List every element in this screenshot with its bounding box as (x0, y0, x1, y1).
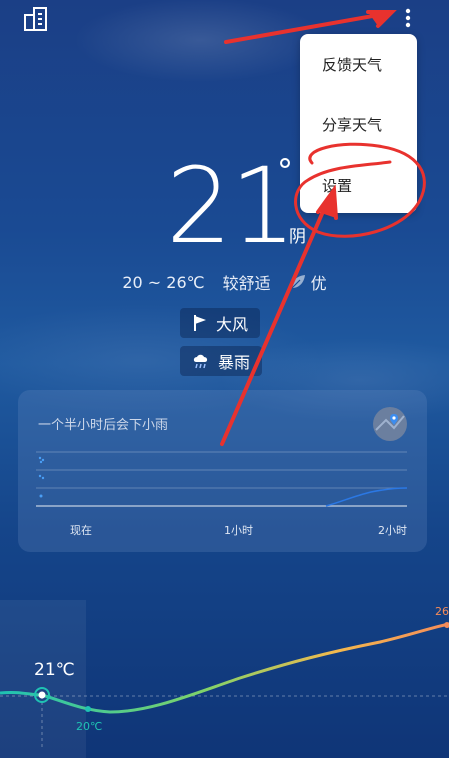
rain-tick-2h: 2小时 (378, 524, 407, 537)
degree-symbol: ° (277, 152, 293, 190)
rain-tick-1h: 1小时 (224, 524, 253, 537)
alert-rain-label: 暴雨 (218, 353, 251, 372)
menu-item-feedback[interactable]: 反馈天气 (322, 54, 382, 75)
rain-curve (325, 487, 408, 507)
rain-tick-now: 现在 (70, 524, 92, 537)
rain-intensity-chart (36, 451, 408, 507)
current-temperature: 21 (166, 145, 296, 267)
air-quality[interactable]: 优 (289, 270, 327, 294)
hourly-high-temp: 26 (435, 605, 449, 618)
more-vertical-icon[interactable] (398, 6, 418, 32)
hourly-low-temp: 20℃ (76, 720, 103, 733)
flag-icon (194, 315, 206, 331)
hourly-current-temp: 21℃ (34, 660, 75, 680)
alert-wind-chip[interactable]: 大风 (180, 308, 261, 338)
rain-forecast-summary: 一个半小时后会下小雨 (38, 418, 169, 433)
temp-range: 20 ~ 26℃ (122, 272, 205, 292)
comfort-level: 较舒适 (222, 274, 271, 293)
rain-forecast-card[interactable]: 一个半小时后会下小雨 现在 1小时 2小时 (18, 390, 427, 552)
air-quality-label: 优 (310, 274, 327, 293)
menu-item-share[interactable]: 分享天气 (322, 114, 382, 135)
rain-level-icons (38, 456, 45, 498)
overflow-menu: 反馈天气 分享天气 设置 (300, 34, 417, 213)
city-manage-icon[interactable] (22, 6, 50, 32)
leaf-icon (291, 275, 305, 289)
menu-item-settings[interactable]: 设置 (322, 175, 352, 196)
weather-condition: 阴 (289, 227, 306, 247)
alert-wind-label: 大风 (216, 315, 249, 334)
rain-cloud-icon (193, 354, 208, 369)
today-summary-row: 20 ~ 26℃ 较舒适 优 (0, 270, 449, 294)
rain-map-icon[interactable] (372, 406, 408, 442)
alert-rain-chip[interactable]: 暴雨 (180, 346, 263, 376)
